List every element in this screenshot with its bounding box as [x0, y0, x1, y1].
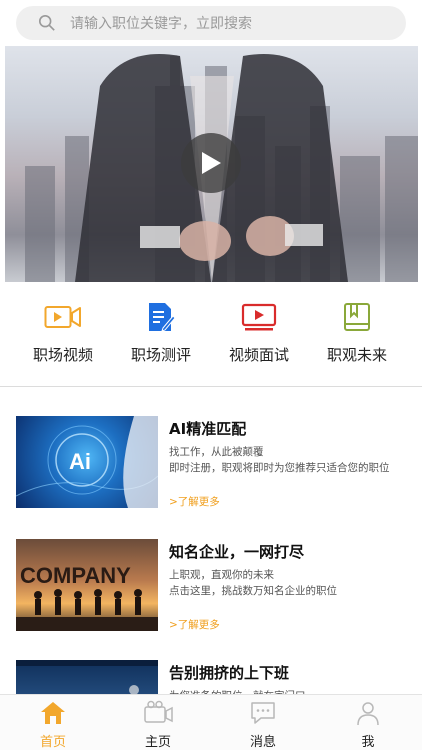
card-title: AI精准匹配: [169, 420, 247, 438]
ai-thumbnail: Ai: [16, 416, 158, 508]
card-subtitle: 上职观，直观你的未来: [169, 569, 274, 581]
monitor-play-icon: [241, 303, 277, 331]
learn-more-link[interactable]: >了解更多: [169, 494, 220, 509]
user-icon: [357, 702, 379, 726]
card-description: 点击这里，挑战数万知名企业的职位: [169, 585, 337, 597]
tab-home[interactable]: 首页: [23, 699, 83, 750]
card-title: 告别拥挤的上下班: [169, 664, 290, 682]
search-bar[interactable]: 请输入职位关键字，立即搜索: [16, 6, 406, 40]
chat-bubble-icon: [251, 702, 275, 724]
book-icon: [344, 303, 370, 331]
play-icon: [202, 152, 221, 174]
search-input[interactable]: 请输入职位关键字，立即搜索: [70, 13, 252, 33]
nav-item-career-future[interactable]: 职观未来: [308, 300, 406, 365]
hero-video-banner[interactable]: [5, 46, 418, 282]
card-description: 即时注册，职观将即时为您推荐只适合您的职位: [169, 462, 390, 474]
feature-card-ai-matching[interactable]: Ai AI精准匹配 找工作，从此被颠覆 即时注册，职观将即时为您推荐只适合您的职…: [16, 416, 410, 508]
tab-main[interactable]: 主页: [128, 699, 188, 750]
search-icon: [38, 14, 55, 31]
company-thumb-text: COMPANY: [20, 563, 131, 588]
home-icon: [41, 702, 65, 724]
company-thumbnail: COMPANY: [16, 539, 158, 631]
ai-thumb-text: Ai: [69, 449, 91, 474]
play-button[interactable]: [181, 133, 241, 193]
bottom-tab-bar: 首页 主页 消息 我: [0, 694, 422, 750]
learn-more-link[interactable]: >了解更多: [169, 617, 220, 632]
nav-item-workplace-video[interactable]: 职场视频: [14, 300, 112, 365]
nav-item-video-interview[interactable]: 视频面试: [210, 300, 308, 365]
card-subtitle: 找工作，从此被颠覆: [169, 446, 264, 458]
card-title: 知名企业，一网打尽: [169, 543, 305, 561]
category-nav: 职场视频 职场测评 视频面试 职观未来: [0, 300, 422, 380]
tab-messages[interactable]: 消息: [233, 699, 293, 750]
video-camera-icon: [44, 306, 81, 328]
nav-item-workplace-assessment[interactable]: 职场测评: [112, 300, 210, 365]
camera-icon: [144, 700, 173, 723]
document-edit-icon: [149, 303, 175, 332]
tab-me[interactable]: 我: [338, 699, 398, 750]
feature-card-companies[interactable]: COMPANY 知名企业，一网打尽 上职观，直观你的未来 点击这里，挑战数万知名…: [16, 539, 410, 631]
section-divider: [0, 386, 422, 387]
